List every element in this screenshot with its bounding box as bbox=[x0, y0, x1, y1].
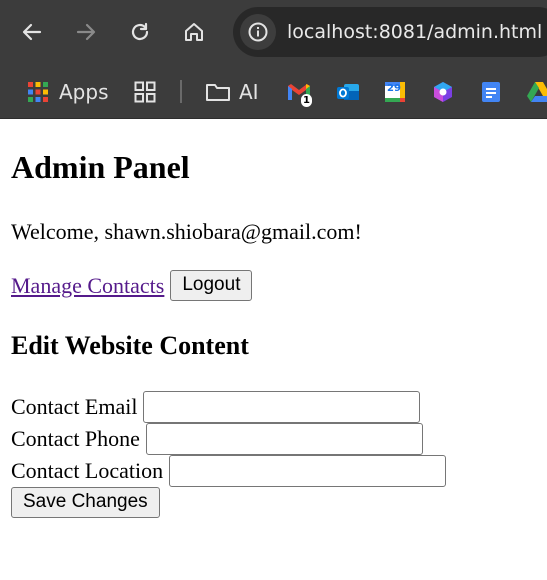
outlook-icon bbox=[337, 83, 359, 100]
page-title: Admin Panel bbox=[11, 149, 190, 185]
bookmark-ai-label: AI bbox=[239, 79, 259, 104]
bookmark-drive[interactable] bbox=[527, 64, 547, 119]
bookmarks-bar: Apps AI 1 29 bbox=[0, 64, 547, 119]
contact-phone-field[interactable] bbox=[145, 423, 423, 455]
bookmark-tab-groups[interactable] bbox=[134, 64, 156, 119]
bookmark-gmail[interactable]: 1 bbox=[286, 64, 312, 119]
bookmark-docs[interactable] bbox=[479, 64, 503, 119]
bookmarks-separator bbox=[180, 80, 182, 103]
contact-phone-label: Contact Phone bbox=[11, 426, 140, 451]
contact-email-field[interactable] bbox=[143, 391, 421, 423]
bookmark-calendar[interactable]: 29 bbox=[383, 64, 407, 119]
address-bar[interactable]: localhost:8081/admin.html bbox=[233, 7, 547, 57]
site-info-button[interactable] bbox=[240, 14, 276, 50]
url-text[interactable]: localhost:8081/admin.html bbox=[287, 21, 542, 43]
home-button[interactable] bbox=[174, 12, 214, 52]
manage-contacts-link[interactable]: Manage Contacts bbox=[11, 273, 164, 299]
save-changes-button[interactable]: Save Changes bbox=[11, 487, 160, 518]
logout-button[interactable]: Logout bbox=[170, 270, 253, 301]
bookmark-copilot[interactable] bbox=[431, 64, 455, 119]
bookmark-apps-label: Apps bbox=[59, 79, 109, 104]
admin-actions: Manage Contacts Logout bbox=[11, 270, 253, 301]
welcome-message: Welcome, shawn.shiobara@gmail.com! bbox=[11, 219, 362, 244]
back-button[interactable] bbox=[12, 12, 52, 52]
contact-email-label: Contact Email bbox=[11, 394, 138, 419]
section-title: Edit Website Content bbox=[11, 331, 249, 360]
forward-arrow-icon bbox=[76, 23, 96, 41]
tab-groups-icon bbox=[134, 81, 156, 102]
apps-grid-icon bbox=[28, 81, 48, 102]
drive-icon bbox=[527, 81, 547, 102]
gmail-badge: 1 bbox=[301, 94, 312, 107]
calendar-day: 29 bbox=[387, 83, 401, 94]
home-icon bbox=[185, 23, 203, 41]
info-icon bbox=[248, 22, 268, 42]
contact-email-row: Contact Email bbox=[11, 391, 421, 423]
bookmark-outlook[interactable] bbox=[335, 64, 361, 119]
copilot-icon bbox=[434, 81, 452, 102]
bookmark-folder-ai[interactable]: AI bbox=[205, 64, 259, 119]
bookmark-apps[interactable]: Apps bbox=[27, 64, 109, 119]
reload-button[interactable] bbox=[120, 12, 160, 52]
contact-location-row: Contact Location bbox=[11, 455, 447, 487]
forward-button[interactable] bbox=[66, 12, 106, 52]
contact-location-field[interactable] bbox=[169, 455, 447, 487]
docs-icon bbox=[482, 81, 500, 102]
back-arrow-icon bbox=[22, 23, 42, 41]
contact-phone-row: Contact Phone bbox=[11, 423, 423, 455]
contact-location-label: Contact Location bbox=[11, 458, 164, 483]
reload-icon bbox=[131, 22, 149, 41]
browser-toolbar: localhost:8081/admin.html bbox=[0, 0, 547, 64]
folder-icon bbox=[206, 83, 230, 101]
